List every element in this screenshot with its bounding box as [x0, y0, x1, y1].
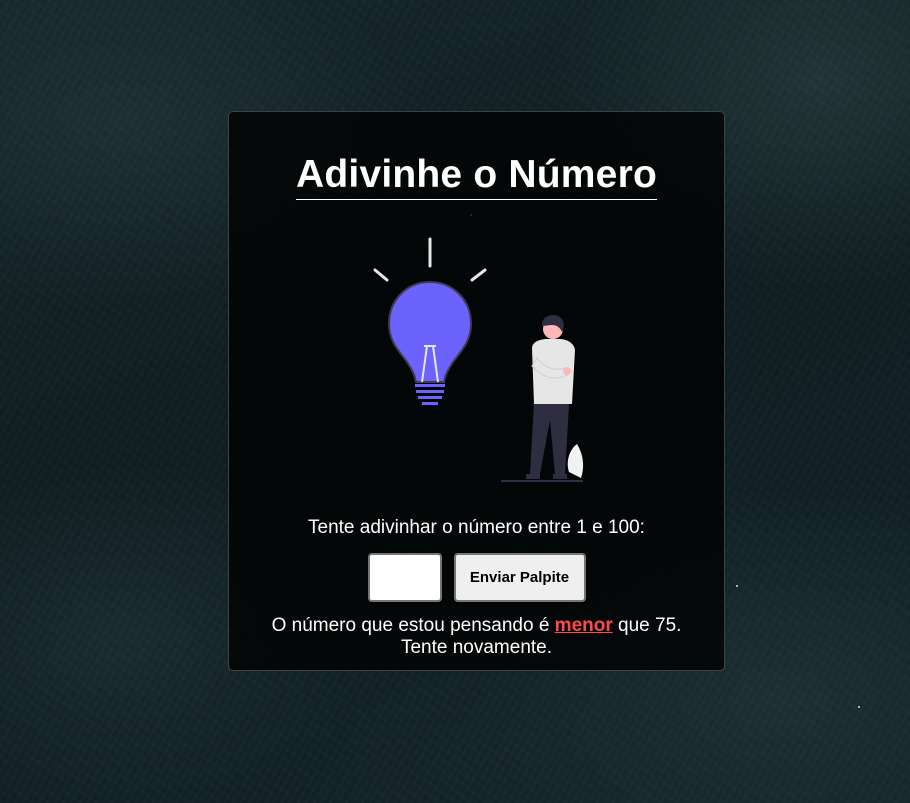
game-card: Adivinhe o Número Tente adivinhar o núme…: [228, 111, 725, 671]
submit-guess-button[interactable]: Enviar Palpite: [453, 553, 586, 602]
guess-input[interactable]: [367, 553, 442, 602]
page-title: Adivinhe o Número: [296, 152, 657, 200]
feedback-hint: menor: [554, 615, 613, 636]
background-speck: [858, 706, 860, 708]
background-speck: [736, 585, 738, 587]
person-figure-icon: [501, 314, 584, 482]
feedback-message: O número que estou pensando é menor que …: [271, 615, 682, 659]
guess-controls: Enviar Palpite: [229, 553, 724, 602]
light-rays-icon: [373, 237, 487, 282]
lightbulb-icon: [387, 280, 473, 405]
game-prompt: Tente adivinhar o número entre 1 e 100:: [308, 517, 645, 538]
lightbulb-idea-illustration: [373, 237, 584, 482]
feedback-text-before: O número que estou pensando é: [271, 615, 555, 636]
